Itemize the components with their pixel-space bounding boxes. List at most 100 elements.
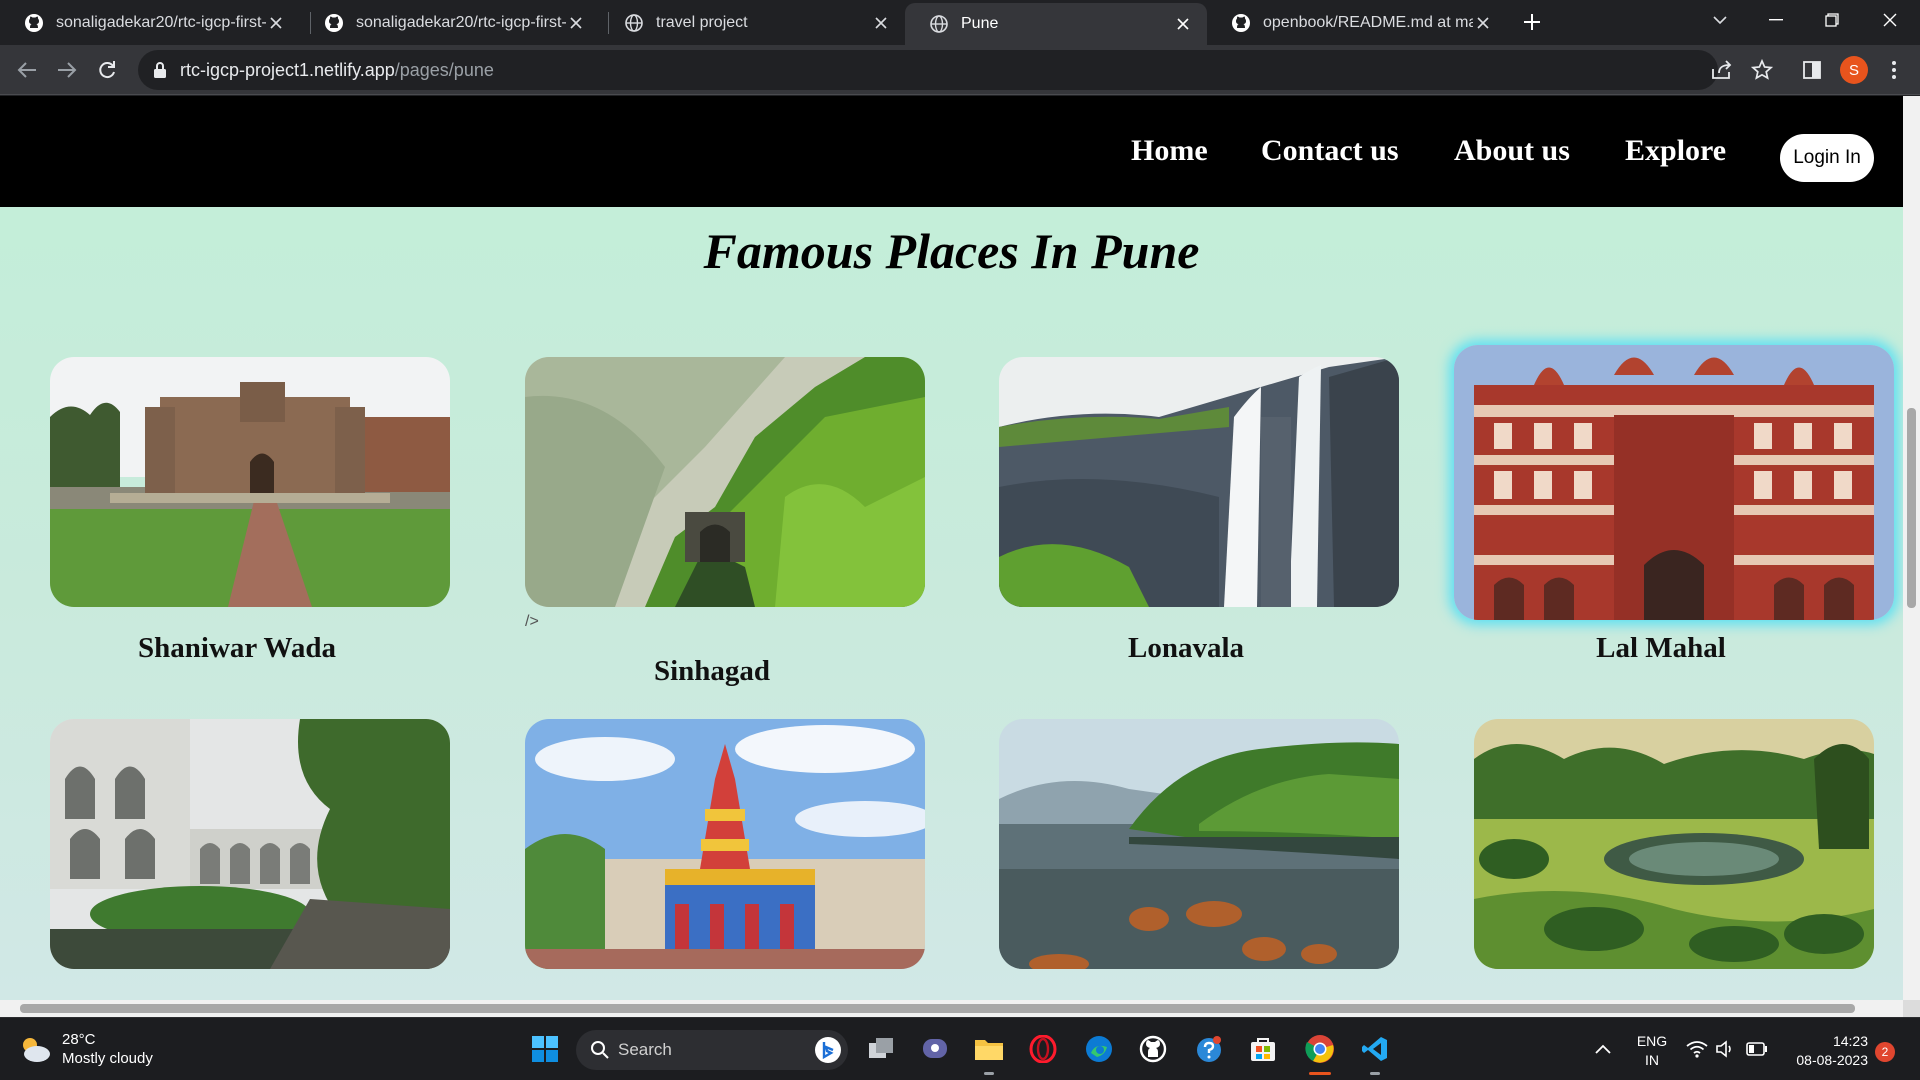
page-title: Famous Places In Pune bbox=[703, 223, 1200, 279]
place-name: Shaniwar Wada bbox=[138, 632, 336, 664]
browser-tab-1[interactable]: sonaligadekar20/rtc-igcp-first-pr bbox=[0, 3, 300, 43]
place-image-lal-mahal-hovered[interactable] bbox=[1454, 345, 1894, 620]
nav-link-contact[interactable]: Contact us bbox=[1261, 134, 1399, 168]
page-viewport: Home Contact us About us Explore Login I… bbox=[0, 96, 1903, 1000]
show-hidden-icons-button[interactable] bbox=[1586, 1032, 1620, 1066]
url-host: rtc-igcp-project1.netlify.app bbox=[180, 59, 395, 80]
scrollbar-thumb[interactable] bbox=[20, 1004, 1855, 1013]
running-indicator bbox=[984, 1072, 994, 1075]
heritage-palace-photo bbox=[50, 719, 450, 969]
place-image-garden[interactable] bbox=[1474, 719, 1874, 969]
browser-tab-3[interactable]: travel project bbox=[600, 3, 905, 43]
tab-title: sonaligadekar20/rtc-igcp-first-pr bbox=[356, 14, 566, 31]
back-button[interactable] bbox=[12, 55, 42, 85]
new-tab-button[interactable] bbox=[1518, 8, 1546, 36]
github-icon bbox=[1139, 1035, 1167, 1063]
bookmark-button[interactable] bbox=[1750, 58, 1774, 82]
opera-icon bbox=[1029, 1035, 1057, 1063]
notification-badge[interactable]: 2 bbox=[1875, 1042, 1895, 1062]
teams-chat-button[interactable] bbox=[918, 1032, 952, 1066]
login-button[interactable]: Login In bbox=[1780, 134, 1874, 182]
reload-button[interactable] bbox=[92, 55, 122, 85]
close-window-button[interactable] bbox=[1862, 0, 1918, 40]
file-explorer-button[interactable] bbox=[972, 1032, 1006, 1066]
bing-icon bbox=[815, 1037, 841, 1063]
place-image-lonavala[interactable] bbox=[999, 357, 1399, 607]
place-image-shaniwar-wada[interactable] bbox=[50, 357, 450, 607]
place-image-parvati-temple[interactable] bbox=[525, 719, 925, 969]
close-icon bbox=[1883, 13, 1897, 27]
tab-title: openbook/README.md at main · bbox=[1263, 14, 1473, 31]
close-icon[interactable] bbox=[1173, 14, 1193, 34]
chevron-up-icon bbox=[1595, 1044, 1611, 1054]
more-vertical-icon bbox=[1892, 61, 1896, 79]
side-panel-button[interactable] bbox=[1800, 58, 1824, 82]
weather-temperature: 28°C bbox=[62, 1031, 96, 1048]
active-indicator bbox=[1309, 1072, 1331, 1075]
url-path: /pages/pune bbox=[394, 59, 494, 80]
language-indicator[interactable]: ENG IN bbox=[1630, 1032, 1674, 1070]
horizontal-scrollbar[interactable] bbox=[0, 1000, 1903, 1017]
help-app-button[interactable] bbox=[1192, 1032, 1226, 1066]
place-name: Sinhagad bbox=[653, 655, 771, 687]
close-icon[interactable] bbox=[1473, 13, 1493, 33]
task-view-button[interactable] bbox=[864, 1032, 898, 1066]
nav-link-about[interactable]: About us bbox=[1454, 134, 1570, 168]
edge-button[interactable] bbox=[1082, 1032, 1116, 1066]
battery-button[interactable] bbox=[1740, 1032, 1774, 1066]
forward-button[interactable] bbox=[52, 55, 82, 85]
close-icon[interactable] bbox=[566, 13, 586, 33]
clock-time: 14:23 bbox=[1832, 1033, 1868, 1049]
weather-condition: Mostly cloudy bbox=[62, 1050, 153, 1067]
chrome-icon bbox=[1305, 1035, 1334, 1063]
browser-menu-button[interactable] bbox=[1882, 58, 1906, 82]
chevron-down-icon bbox=[1713, 16, 1727, 25]
start-button[interactable] bbox=[528, 1032, 562, 1066]
restore-icon bbox=[1825, 13, 1839, 27]
taskbar-search[interactable]: Search bbox=[576, 1030, 848, 1070]
running-indicator bbox=[1370, 1072, 1380, 1075]
place-image-aga-khan-palace[interactable] bbox=[50, 719, 450, 969]
scrollbar-thumb[interactable] bbox=[1907, 408, 1916, 608]
language-code: ENG bbox=[1636, 1033, 1668, 1049]
weather-widget[interactable]: 28°C Mostly cloudy bbox=[18, 1030, 153, 1068]
edge-icon bbox=[1086, 1036, 1112, 1062]
clock[interactable]: 14:23 08-08-2023 bbox=[1782, 1032, 1868, 1070]
store-button[interactable] bbox=[1246, 1032, 1280, 1066]
opera-button[interactable] bbox=[1026, 1032, 1060, 1066]
chrome-button[interactable] bbox=[1303, 1032, 1337, 1066]
temple-photo bbox=[525, 719, 925, 969]
share-icon bbox=[1712, 60, 1732, 79]
place-image-lake[interactable] bbox=[999, 719, 1399, 969]
volume-button[interactable] bbox=[1708, 1032, 1742, 1066]
fort-photo bbox=[50, 357, 450, 607]
browser-tab-5[interactable]: openbook/README.md at main · bbox=[1207, 3, 1507, 43]
help-icon bbox=[1197, 1036, 1221, 1062]
browser-tab-2[interactable]: sonaligadekar20/rtc-igcp-first-pr bbox=[300, 3, 600, 43]
plus-icon bbox=[1524, 14, 1540, 30]
vertical-scrollbar[interactable] bbox=[1903, 96, 1920, 1000]
speaker-icon bbox=[1716, 1040, 1731, 1058]
windows-taskbar: 28°C Mostly cloudy Search ENG IN 14:23 08-0… bbox=[0, 1017, 1920, 1080]
share-button[interactable] bbox=[1710, 58, 1734, 82]
clock-date: 08-08-2023 bbox=[1796, 1052, 1868, 1068]
address-bar[interactable]: rtc-igcp-project1.netlify.app/pages/pune bbox=[138, 50, 1718, 90]
lake-photo bbox=[999, 719, 1399, 969]
browser-tab-strip: sonaligadekar20/rtc-igcp-first-pr sonali… bbox=[0, 0, 1920, 45]
minimize-button[interactable] bbox=[1748, 0, 1804, 40]
store-icon bbox=[1251, 1038, 1275, 1061]
tab-search-button[interactable] bbox=[1692, 0, 1748, 40]
close-icon[interactable] bbox=[266, 13, 286, 33]
nav-link-explore[interactable]: Explore bbox=[1625, 134, 1726, 168]
place-image-sinhagad[interactable] bbox=[525, 357, 925, 607]
browser-tab-4-active[interactable]: Pune bbox=[905, 3, 1207, 45]
vscode-button[interactable] bbox=[1358, 1032, 1392, 1066]
close-icon[interactable] bbox=[871, 13, 891, 33]
github-desktop-button[interactable] bbox=[1136, 1032, 1170, 1066]
restore-button[interactable] bbox=[1804, 0, 1860, 40]
task-view-icon bbox=[869, 1038, 893, 1058]
nav-link-home[interactable]: Home bbox=[1131, 134, 1208, 168]
github-icon bbox=[325, 14, 343, 32]
profile-avatar[interactable]: S bbox=[1840, 56, 1868, 84]
stray-markup-text: /> bbox=[525, 613, 539, 630]
